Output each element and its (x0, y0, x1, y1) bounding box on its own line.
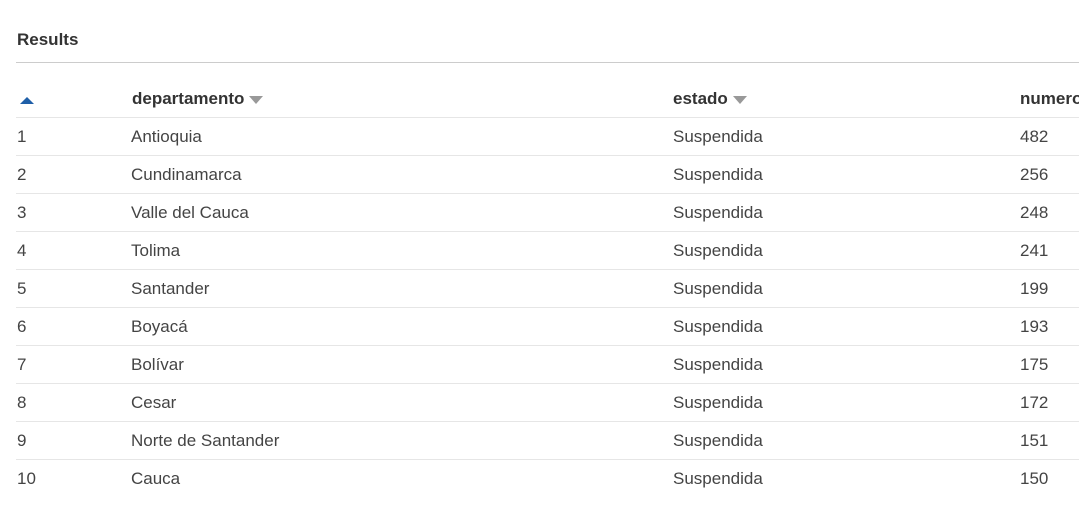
departamento-cell: Antioquia (131, 117, 673, 156)
table-row[interactable]: 2 Cundinamarca Suspendida 256 (16, 155, 1079, 194)
departamento-cell: Cundinamarca (131, 155, 673, 194)
results-panel: Results departamento estado numero 1 Ant… (0, 0, 1079, 509)
row-index-cell: 8 (16, 383, 131, 422)
results-title: Results (17, 30, 79, 49)
numero-cell: 241 (1020, 231, 1079, 270)
numero-cell: 193 (1020, 307, 1079, 346)
departamento-cell: Bolívar (131, 345, 673, 384)
row-index-cell: 4 (16, 231, 131, 270)
estado-cell: Suspendida (673, 269, 1020, 308)
estado-cell: Suspendida (673, 307, 1020, 346)
estado-cell: Suspendida (673, 345, 1020, 384)
numero-cell: 248 (1020, 193, 1079, 232)
numero-cell: 482 (1020, 117, 1079, 156)
departamento-cell: Norte de Santander (131, 421, 673, 460)
estado-header-label: estado (673, 88, 728, 108)
departamento-cell: Santander (131, 269, 673, 308)
title-divider (16, 62, 1079, 63)
departamento-cell: Valle del Cauca (131, 193, 673, 232)
numero-cell: 150 (1020, 468, 1049, 488)
numero-column-header[interactable]: numero (1020, 80, 1079, 118)
table-row[interactable]: 9 Norte de Santander Suspendida 151 (16, 421, 1079, 460)
departamento-cell: Cauca (131, 468, 181, 488)
index-column-header[interactable] (16, 80, 131, 118)
table-body: 1 Antioquia Suspendida 482 2 Cundinamarca Susp… (16, 117, 1079, 498)
table-header-row: departamento estado numero (16, 80, 1079, 118)
departamento-cell: Boyacá (131, 307, 673, 346)
numero-cell: 256 (1020, 155, 1079, 194)
row-index-cell: 1 (16, 117, 131, 156)
numero-cell: 151 (1020, 421, 1079, 460)
numero-cell: 199 (1020, 269, 1079, 308)
table-row[interactable]: 7 Bolívar Suspendida 175 (16, 345, 1079, 384)
row-index-cell: 7 (16, 345, 131, 384)
estado-cell: Suspendida (673, 193, 1020, 232)
table-row[interactable]: 10 Cauca Suspendida 150 (16, 460, 1079, 498)
estado-cell: Suspendida (673, 231, 1020, 270)
row-index-cell: 9 (16, 421, 131, 460)
row-index-cell: 6 (16, 307, 131, 346)
table-row[interactable]: 5 Santander Suspendida 199 (16, 269, 1079, 308)
chevron-down-icon[interactable] (732, 95, 747, 104)
estado-cell: Suspendida (673, 468, 763, 488)
table-row[interactable]: 4 Tolima Suspendida 241 (16, 231, 1079, 270)
estado-cell: Suspendida (673, 155, 1020, 194)
row-index-cell: 5 (16, 269, 131, 308)
numero-cell: 172 (1020, 383, 1079, 422)
row-index-cell: 3 (16, 193, 131, 232)
results-table-container: departamento estado numero 1 Antioquia S… (16, 80, 1079, 497)
departamento-column-header[interactable]: departamento (131, 80, 673, 118)
table-row[interactable]: 3 Valle del Cauca Suspendida 248 (16, 193, 1079, 232)
table-row[interactable]: 1 Antioquia Suspendida 482 (16, 117, 1079, 156)
departamento-cell: Cesar (131, 383, 673, 422)
chevron-down-icon[interactable] (249, 95, 264, 104)
row-index-cell: 2 (16, 155, 131, 194)
results-table: departamento estado numero 1 Antioquia S… (16, 80, 1079, 497)
estado-cell: Suspendida (673, 383, 1020, 422)
numero-header-label: numero (1020, 88, 1079, 108)
sort-ascending-icon[interactable] (20, 96, 34, 104)
estado-cell: Suspendida (673, 117, 1020, 156)
table-row[interactable]: 8 Cesar Suspendida 172 (16, 383, 1079, 422)
numero-cell: 175 (1020, 345, 1079, 384)
estado-column-header[interactable]: estado (673, 80, 1020, 118)
departamento-header-label: departamento (132, 88, 245, 108)
departamento-cell: Tolima (131, 231, 673, 270)
estado-cell: Suspendida (673, 421, 1020, 460)
table-row[interactable]: 6 Boyacá Suspendida 193 (16, 307, 1079, 346)
row-index-cell: 10 (17, 468, 36, 488)
